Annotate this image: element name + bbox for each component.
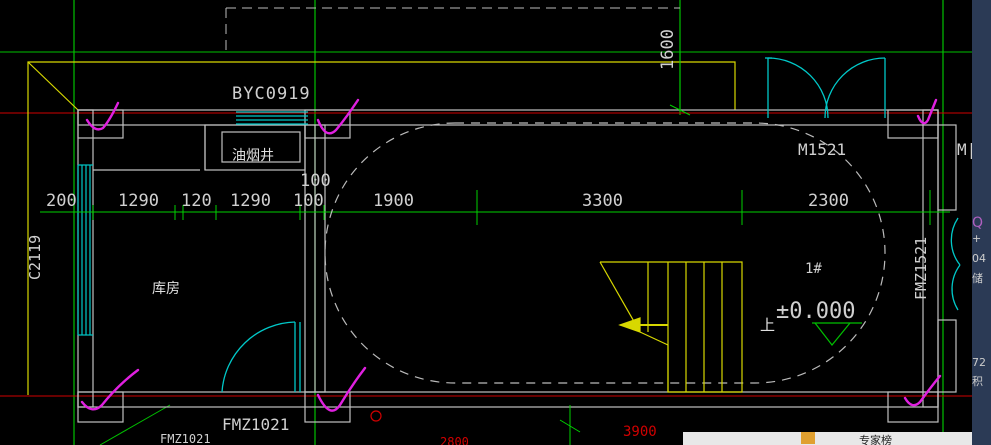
dim-7: 2300 (808, 191, 849, 211)
door-fmz1021-label: FMZ1021 (222, 415, 289, 434)
window-byc0919[interactable] (236, 111, 308, 125)
door-fmz1021[interactable] (221, 321, 301, 393)
side-panel-item[interactable]: Q (972, 215, 991, 231)
dim-0: 200 (46, 191, 77, 211)
shaft-label: 油烟井 (232, 148, 274, 164)
bottom-bar: 专家榜 (683, 432, 972, 445)
dim-4: 100 (293, 191, 324, 211)
dim-1: 1290 (118, 191, 159, 211)
cad-drawing-canvas[interactable]: BYC0919 M1521 M| 油烟井 100 200 1290 120 12… (0, 0, 991, 445)
stair-1[interactable] (599, 261, 743, 393)
side-panel-item: 04 (972, 252, 986, 265)
side-panel-item: 储 (972, 272, 983, 285)
dim-5: 1900 (373, 191, 414, 211)
elevation-label: ±0.000 (776, 299, 855, 324)
bottom-bar-text[interactable]: 专家榜 (859, 432, 892, 445)
dim-vertical-label: 1600 (658, 29, 678, 70)
storage-room-label: 库房 (152, 281, 180, 297)
yellow-outline (27, 61, 736, 395)
dim-3: 1290 (230, 191, 271, 211)
window-c2119[interactable] (77, 164, 93, 336)
side-panel: Q + 04 储 72 积 (972, 0, 991, 445)
door-m1521-label: M1521 (798, 140, 846, 159)
door-fmz1521-label: FMZ1521 (912, 237, 930, 300)
dim-small-label: 100 (300, 171, 331, 191)
side-panel-item: 72 (972, 356, 986, 369)
axis-lines (0, 0, 991, 445)
elevation-symbol (812, 322, 862, 346)
stair-up-label: 上 (760, 316, 775, 334)
side-panel-item[interactable]: + (972, 232, 991, 245)
door-fmz1521[interactable] (950, 217, 961, 311)
bottom-red-dim-a: 2800 (440, 435, 469, 445)
door-m1521[interactable] (765, 57, 886, 119)
dim-6: 3300 (582, 191, 623, 211)
bottom-red-dim-b: 3900 (623, 424, 657, 440)
dim-2: 120 (181, 191, 212, 211)
dashed-ellipse (324, 122, 886, 384)
door-fmz1021-cut-label: FMZ1021 (160, 432, 211, 445)
window-c2119-label: C2119 (26, 235, 44, 280)
dimension-line (40, 52, 950, 445)
stair-number-label: 1# (805, 261, 822, 277)
avatar-icon[interactable] (801, 432, 815, 444)
window-byc0919-label: BYC0919 (232, 84, 311, 104)
side-panel-item: 积 (972, 375, 983, 388)
dashed-frame (225, 7, 680, 52)
red-marker (370, 410, 382, 422)
